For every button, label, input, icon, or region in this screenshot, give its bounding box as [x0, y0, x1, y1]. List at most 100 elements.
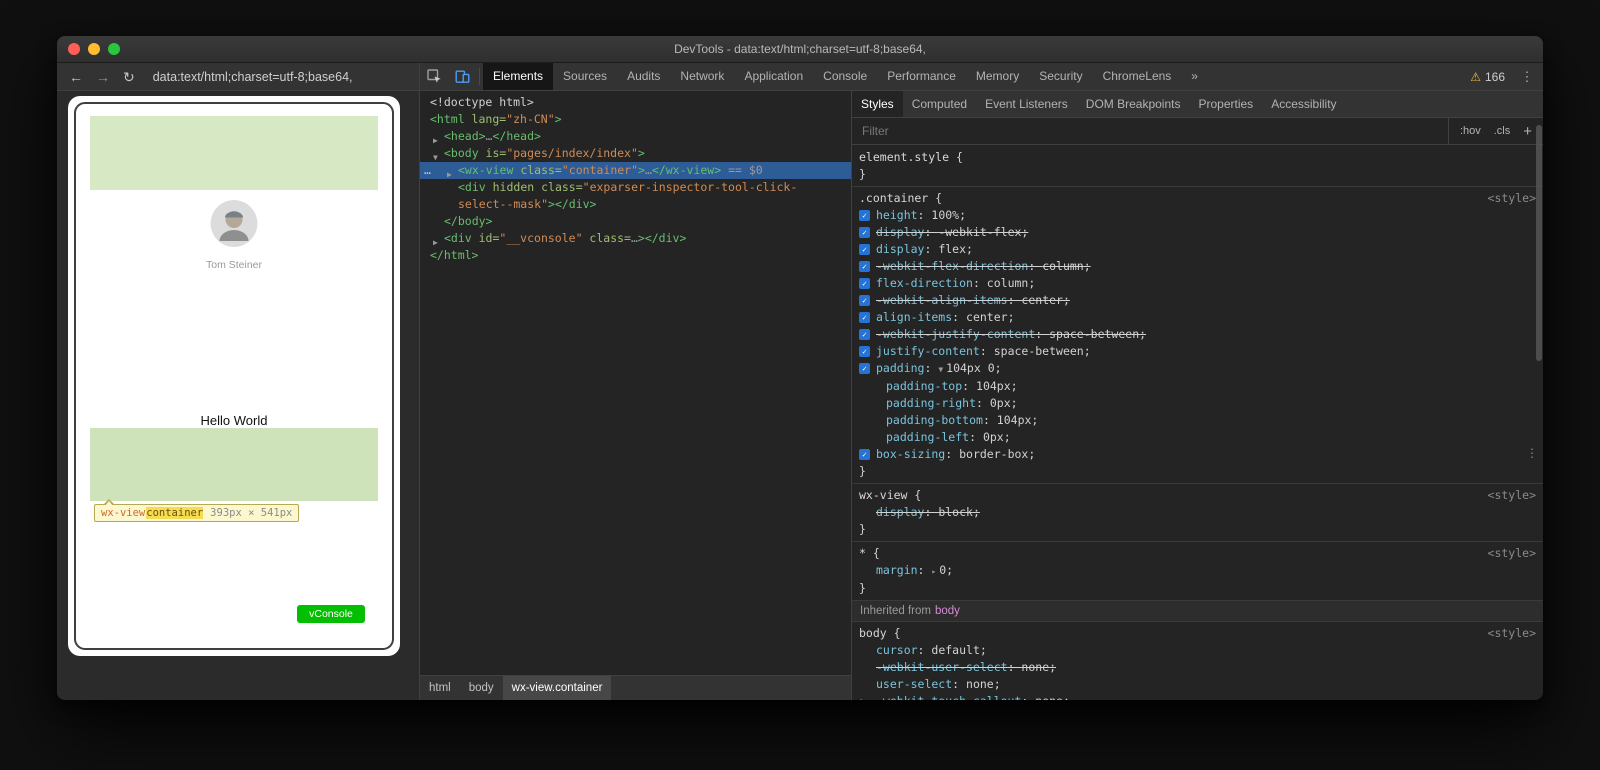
stylesheet-origin-link[interactable]: <style>: [1488, 487, 1536, 504]
css-declaration[interactable]: ⚠-webkit-touch-callout: none;: [852, 693, 1543, 700]
dom-tree-line[interactable]: ▶<head>…</head>: [420, 128, 851, 145]
rule-selector[interactable]: body: [859, 626, 887, 640]
console-warnings-badge[interactable]: ⚠ 166: [1460, 70, 1515, 84]
minimize-button[interactable]: [88, 43, 100, 55]
stylesheet-origin-link[interactable]: <style>: [1488, 545, 1536, 562]
sidebar-tab-dom-breakpoints[interactable]: DOM Breakpoints: [1077, 91, 1190, 117]
sidebar-tab-computed[interactable]: Computed: [903, 91, 976, 117]
css-declaration[interactable]: ✓box-sizing: border-box;: [852, 446, 1543, 463]
css-declaration[interactable]: padding-left: 0px;: [852, 429, 1543, 446]
tabs-overflow-chevron[interactable]: »: [1181, 63, 1208, 90]
css-declaration[interactable]: ✓height: 100%;: [852, 207, 1543, 224]
page-viewport[interactable]: Tom Steiner Hello World wx-view containe…: [90, 116, 378, 630]
tab-elements[interactable]: Elements: [483, 63, 553, 90]
property-checkbox[interactable]: ✓: [859, 329, 870, 340]
padding-overlay-top: [90, 116, 378, 190]
property-checkbox[interactable]: ✓: [859, 363, 870, 374]
rule-selector[interactable]: element.style: [859, 150, 949, 164]
property-checkbox[interactable]: ✓: [859, 244, 870, 255]
css-declaration[interactable]: ✓flex-direction: column;: [852, 275, 1543, 292]
dom-tree-line[interactable]: <div hidden class="exparser-inspector-to…: [420, 179, 851, 196]
tab-network[interactable]: Network: [670, 63, 734, 90]
tab-memory[interactable]: Memory: [966, 63, 1029, 90]
dom-tree-line[interactable]: </html>: [420, 247, 851, 264]
sidebar-tab-styles[interactable]: Styles: [852, 91, 903, 117]
css-declaration[interactable]: ✓display: -webkit-flex;: [852, 224, 1543, 241]
css-declaration[interactable]: ✓justify-content: space-between;: [852, 343, 1543, 360]
css-declaration[interactable]: padding-right: 0px;: [852, 395, 1543, 412]
dom-tree-line[interactable]: <!doctype html>: [420, 94, 851, 111]
inherited-node-link[interactable]: body: [935, 603, 960, 620]
property-checkbox[interactable]: ✓: [859, 261, 870, 272]
code-token: >: [555, 112, 562, 126]
stylesheet-origin-link[interactable]: <style>: [1488, 625, 1536, 642]
vconsole-button[interactable]: vConsole: [297, 605, 365, 623]
pseudo-state-toggle[interactable]: :hov: [1460, 125, 1481, 137]
tab-performance[interactable]: Performance: [877, 63, 966, 90]
tab-chromelens[interactable]: ChromeLens: [1093, 63, 1182, 90]
zoom-button[interactable]: [108, 43, 120, 55]
styles-filter-input[interactable]: [852, 124, 1448, 138]
tab-sources[interactable]: Sources: [553, 63, 617, 90]
breadcrumb-wx-view.container[interactable]: wx-view.container: [503, 676, 612, 700]
sidebar-tab-properties[interactable]: Properties: [1189, 91, 1262, 117]
css-declaration[interactable]: ✓padding: ▼104px 0;: [852, 360, 1543, 378]
line-options-dots[interactable]: …: [424, 162, 431, 179]
property-checkbox[interactable]: ✓: [859, 295, 870, 306]
inspect-element-icon[interactable]: [420, 63, 448, 90]
property-checkbox[interactable]: ✓: [859, 312, 870, 323]
dom-tree-line[interactable]: …▶<wx-view class="container">…</wx-view>…: [420, 162, 851, 179]
dom-tree-line[interactable]: select--mask"></div>: [420, 196, 851, 213]
code-token: </wx-view>: [652, 163, 721, 177]
new-style-rule-icon[interactable]: +: [1523, 124, 1532, 139]
stylesheet-origin-link[interactable]: <style>: [1488, 190, 1536, 207]
code-token: <body: [444, 146, 479, 160]
property-checkbox[interactable]: ✓: [859, 210, 870, 221]
rules-more-icon[interactable]: ⋮: [1526, 445, 1538, 462]
tab-security[interactable]: Security: [1029, 63, 1092, 90]
sidebar-tab-accessibility[interactable]: Accessibility: [1262, 91, 1345, 117]
css-declaration[interactable]: padding-bottom: 104px;: [852, 412, 1543, 429]
property-checkbox[interactable]: ✓: [859, 278, 870, 289]
back-icon[interactable]: ←: [69, 70, 83, 84]
dom-tree-line[interactable]: ▶<div id="__vconsole" class=…></div>: [420, 230, 851, 247]
scrollbar-thumb[interactable]: [1536, 125, 1542, 361]
css-declaration[interactable]: ✓align-items: center;: [852, 309, 1543, 326]
css-declaration[interactable]: display: block;: [852, 504, 1543, 521]
property-value: none: [966, 677, 994, 691]
element-classes-toggle[interactable]: .cls: [1494, 125, 1511, 137]
breadcrumb-body[interactable]: body: [460, 676, 503, 700]
close-button[interactable]: [68, 43, 80, 55]
property-checkbox[interactable]: ✓: [859, 346, 870, 357]
css-declaration[interactable]: padding-top: 104px;: [852, 378, 1543, 395]
css-declaration[interactable]: margin: ▸0;: [852, 562, 1543, 580]
dom-tree-line[interactable]: </body>: [420, 213, 851, 230]
tab-console[interactable]: Console: [813, 63, 877, 90]
css-declaration[interactable]: ✓display: flex;: [852, 241, 1543, 258]
shorthand-twisty[interactable]: ▼: [938, 365, 943, 374]
css-declaration[interactable]: cursor: default;: [852, 642, 1543, 659]
css-declaration[interactable]: ✓-webkit-flex-direction: column;: [852, 258, 1543, 275]
rule-close-brace: }: [852, 580, 1543, 597]
reload-icon[interactable]: ↻: [123, 70, 135, 84]
forward-icon[interactable]: →: [96, 70, 110, 84]
device-toolbar-icon[interactable]: [448, 63, 476, 90]
rule-selector[interactable]: wx-view: [859, 488, 907, 502]
css-declaration[interactable]: -webkit-user-select: none;: [852, 659, 1543, 676]
rule-selector[interactable]: .container: [859, 191, 928, 205]
sidebar-tab-event-listeners[interactable]: Event Listeners: [976, 91, 1077, 117]
dom-tree-line[interactable]: <html lang="zh-CN">: [420, 111, 851, 128]
css-declaration[interactable]: ✓-webkit-align-items: center;: [852, 292, 1543, 309]
devtools-menu-icon[interactable]: ⋮: [1515, 69, 1539, 85]
tab-audits[interactable]: Audits: [617, 63, 670, 90]
shorthand-twisty[interactable]: ▸: [931, 567, 936, 576]
property-checkbox[interactable]: ✓: [859, 227, 870, 238]
css-declaration[interactable]: user-select: none;: [852, 676, 1543, 693]
css-declaration[interactable]: ✓-webkit-justify-content: space-between;: [852, 326, 1543, 343]
property-value: block: [938, 505, 973, 519]
dom-tree-line[interactable]: ▼<body is="pages/index/index">: [420, 145, 851, 162]
property-checkbox[interactable]: ✓: [859, 449, 870, 460]
rule-selector[interactable]: *: [859, 546, 866, 560]
breadcrumb-html[interactable]: html: [420, 676, 460, 700]
tab-application[interactable]: Application: [734, 63, 813, 90]
